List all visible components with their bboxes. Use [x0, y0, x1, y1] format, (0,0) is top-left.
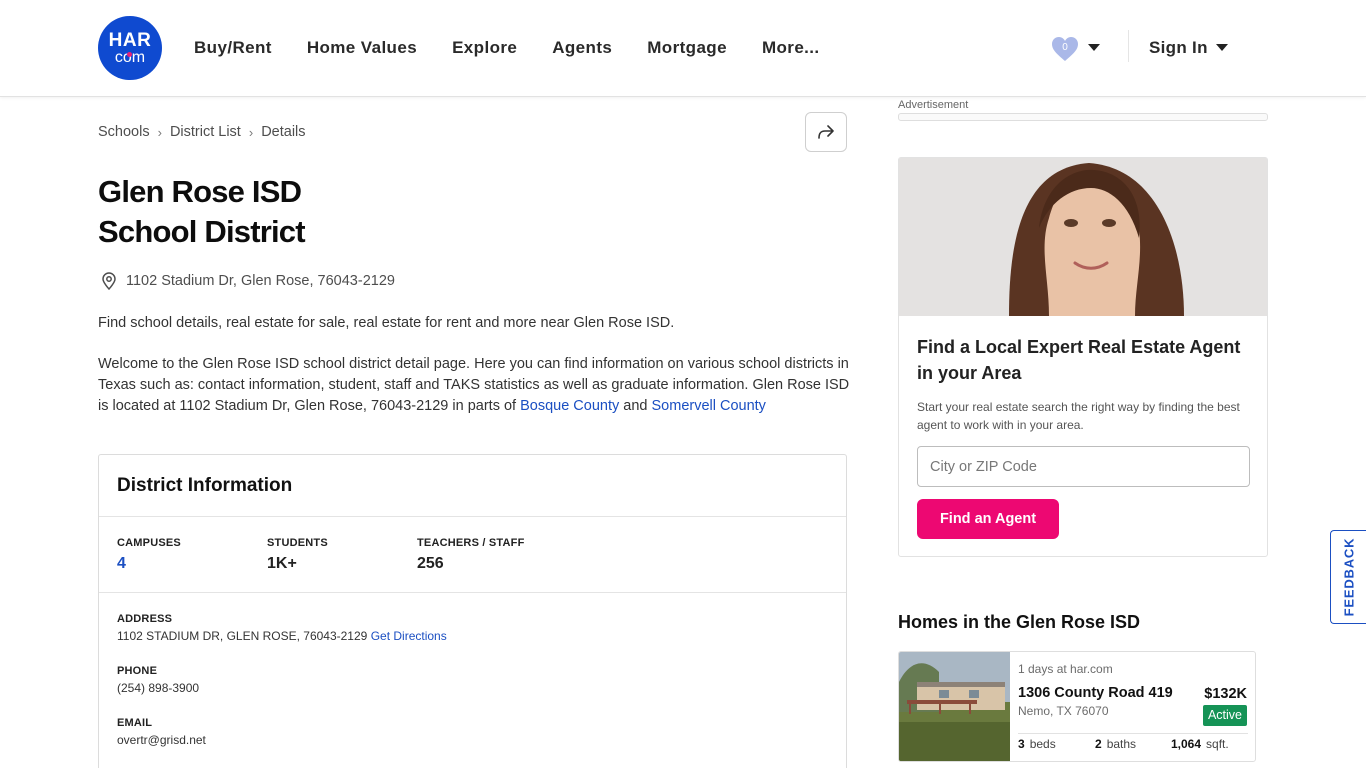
campuses-link[interactable]: 4: [117, 555, 181, 573]
listing-beds: 3 beds: [1018, 737, 1056, 751]
district-info-card: District Information CAMPUSES 4 STUDENTS…: [98, 454, 847, 768]
nav-explore[interactable]: Explore: [452, 38, 517, 58]
nav-home-values[interactable]: Home Values: [307, 38, 417, 58]
listing-age: 1 days at har.com: [1018, 662, 1113, 676]
har-logo[interactable]: HAR com: [98, 16, 162, 80]
find-agent-text: Start your real estate search the right …: [917, 400, 1240, 432]
intro-text: Find school details, real estate for sal…: [98, 315, 675, 331]
advertisement-slot[interactable]: [898, 113, 1268, 121]
site-header: HAR com Buy/Rent Home Values Explore Age…: [0, 0, 1366, 97]
find-agent-card: Find a Local Expert Real Estate Agent in…: [898, 157, 1268, 557]
district-address: 1102 Stadium Dr, Glen Rose, 76043-2129: [101, 272, 395, 290]
favorites-count: 0: [1062, 42, 1068, 53]
nav-agents[interactable]: Agents: [552, 38, 612, 58]
favorites-heart-icon[interactable]: 0: [1051, 36, 1079, 62]
homes-section-title: Homes in the Glen Rose ISD: [898, 612, 1141, 632]
get-directions-link[interactable]: Get Directions: [371, 629, 447, 643]
breadcrumb-schools[interactable]: Schools: [98, 124, 150, 140]
info-email: EMAIL overtr@grisd.net: [117, 717, 206, 747]
breadcrumb-district-list[interactable]: District List: [170, 124, 241, 140]
sign-in-button[interactable]: Sign In: [1149, 38, 1208, 58]
bosque-county-link[interactable]: Bosque County: [520, 398, 619, 414]
nav-buy-rent[interactable]: Buy/Rent: [194, 38, 272, 58]
info-phone: PHONE (254) 898-3900: [117, 665, 200, 695]
listing-city: Nemo, TX 76070: [1018, 704, 1109, 718]
breadcrumb-details: Details: [261, 124, 306, 140]
sign-in-chevron-down-icon[interactable]: [1216, 44, 1228, 51]
main-nav: Buy/Rent Home Values Explore Agents Mort…: [194, 38, 855, 58]
chevron-right-icon: ›: [157, 124, 162, 140]
breadcrumb: Schools › District List › Details: [98, 124, 306, 140]
somervell-county-link[interactable]: Somervell County: [652, 398, 766, 414]
chevron-right-icon: ›: [248, 124, 254, 140]
feedback-tab[interactable]: FEEDBACK: [1330, 530, 1366, 624]
city-zip-input[interactable]: [917, 446, 1250, 487]
home-listing-card[interactable]: 1 days at har.com 1306 County Road 419 N…: [898, 651, 1256, 762]
listing-street[interactable]: 1306 County Road 419: [1018, 685, 1173, 701]
stat-campuses: CAMPUSES 4: [117, 537, 181, 573]
find-agent-heading: Find a Local Expert Real Estate Agent in…: [917, 337, 1241, 383]
share-icon: [818, 125, 834, 139]
listing-price: $132K: [1204, 686, 1247, 702]
map-pin-icon: [102, 272, 116, 290]
nav-mortgage[interactable]: Mortgage: [647, 38, 727, 58]
nav-more[interactable]: More...: [762, 38, 820, 58]
home-photo[interactable]: [899, 652, 1010, 761]
agent-photo: [899, 158, 1267, 316]
advertisement-label: Advertisement: [898, 99, 969, 111]
listing-baths: 2 baths: [1095, 737, 1137, 751]
find-agent-button[interactable]: Find an Agent: [917, 499, 1059, 539]
stat-teachers-staff: TEACHERS / STAFF 256: [417, 537, 525, 572]
page-title: Glen Rose ISD School District: [98, 174, 306, 249]
district-info-title: District Information: [117, 475, 293, 496]
stat-students: STUDENTS 1K+: [267, 537, 328, 572]
status-badge: Active: [1202, 705, 1247, 726]
share-button[interactable]: [805, 112, 847, 152]
listing-sqft: 1,064 sqft.: [1171, 737, 1229, 751]
info-address: ADDRESS 1102 STADIUM DR, GLEN ROSE, 7604…: [117, 613, 447, 643]
favorites-chevron-down-icon[interactable]: [1088, 44, 1100, 51]
welcome-text: Welcome to the Glen Rose ISD school dist…: [98, 356, 850, 414]
